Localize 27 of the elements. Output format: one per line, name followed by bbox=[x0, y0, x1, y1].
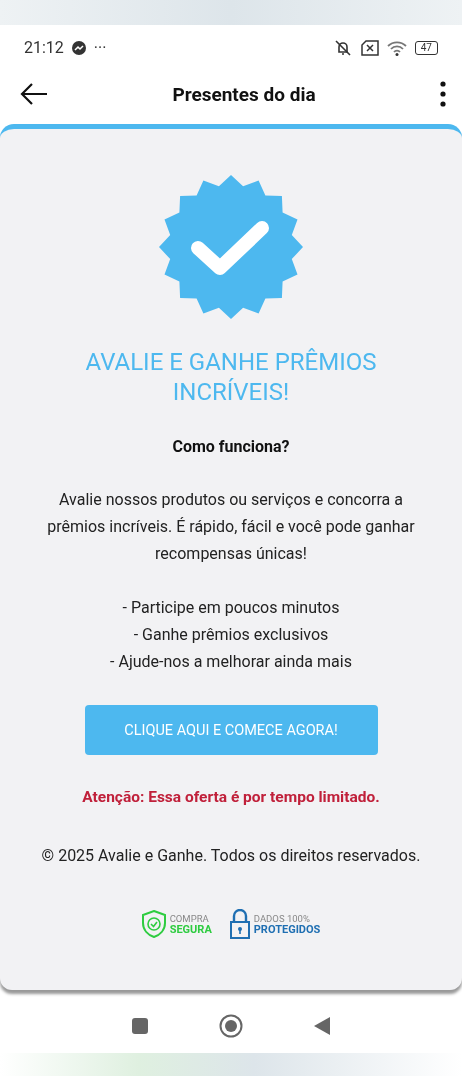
home-icon[interactable] bbox=[219, 1013, 243, 1038]
promo-heading: AVALIE E GANHE PRÊMIOS INCRÍVEIS! bbox=[84, 347, 378, 407]
back-arrow-icon[interactable] bbox=[20, 83, 48, 105]
start-button[interactable]: CLIQUE AQUI E COMECE AGORA! bbox=[84, 705, 378, 755]
messenger-icon bbox=[71, 40, 86, 55]
benefit-item: - Ajude-nos a melhorar ainda mais bbox=[110, 651, 352, 673]
recents-icon[interactable] bbox=[131, 1016, 149, 1035]
wifi-icon bbox=[386, 39, 407, 56]
sim-off-icon bbox=[360, 39, 379, 56]
battery-indicator: 47 bbox=[414, 40, 438, 55]
description: Avalie nossos produtos ou serviços e concorra a prêmios incríveis. É rápido, fácil e você pode ganhar recompensas únicas! bbox=[46, 489, 416, 565]
verified-badge-icon bbox=[159, 175, 303, 319]
seal-label: COMPRA bbox=[169, 913, 210, 924]
seal-title: PROTEGIDOS bbox=[253, 924, 321, 935]
muted-bell-icon bbox=[332, 38, 353, 57]
benefit-item: - Ganhe prêmios exclusivos bbox=[133, 624, 329, 646]
more-menu-icon[interactable] bbox=[440, 81, 446, 107]
benefit-item: - Participe em poucos minutos bbox=[122, 597, 340, 619]
warning-text: Atenção: Essa oferta é por tempo limitado. bbox=[82, 788, 380, 806]
copyright-text: © 2025 Avalie e Ganhe. Todos os direitos reservados. bbox=[41, 846, 421, 865]
clock: 21:12 bbox=[24, 38, 64, 57]
more-notifications: ··· bbox=[93, 38, 107, 57]
page-title: Presentes do dia bbox=[171, 82, 317, 106]
subheading: Como funciona? bbox=[172, 437, 290, 456]
back-icon[interactable] bbox=[313, 1015, 331, 1036]
seal-label: DADOS 100% bbox=[253, 913, 311, 924]
seal-title: SEGURA bbox=[169, 924, 212, 935]
